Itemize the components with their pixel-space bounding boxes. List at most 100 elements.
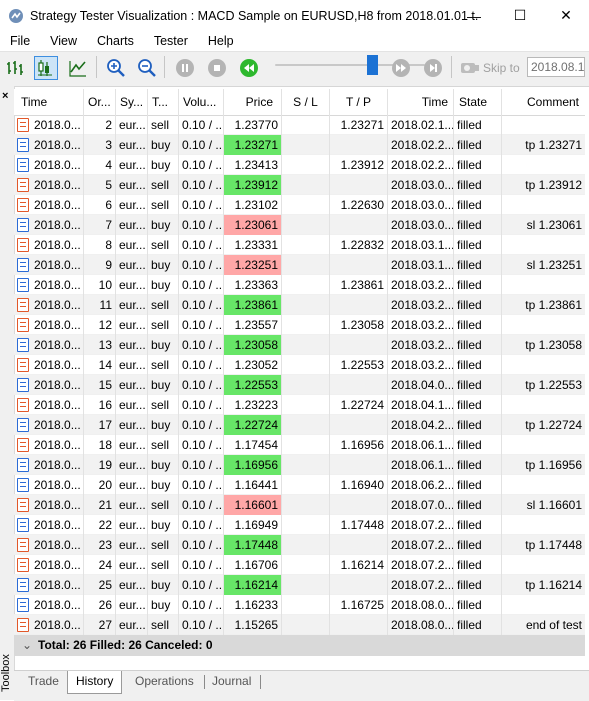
cell-type: sell [148,175,179,195]
zoom-out-button[interactable] [135,56,159,80]
table-row[interactable]: 2018.0... 7 eur... buy 0.10 / ... 1.23061 2018… [14,215,585,235]
col-state[interactable]: State [454,89,502,115]
col-symbol[interactable]: Sy... [116,89,148,115]
close-button[interactable]: ✕ [543,0,589,31]
col-volume[interactable]: Volu... [179,89,224,115]
cell-sl [282,115,330,135]
table-row[interactable]: 2018.0... 17 eur... buy 0.10 / ... 1.22724 201… [14,415,585,435]
table-row[interactable]: 2018.0... 20 eur... buy 0.10 / ... 1.16441 1.1… [14,475,585,495]
menu-view[interactable]: View [40,31,87,51]
menu-tester[interactable]: Tester [144,31,198,51]
table-row[interactable]: 2018.0... 27 eur... sell 0.10 / ... 1.15265 20… [14,615,585,635]
col-price[interactable]: Price [224,89,282,115]
minimize-button[interactable]: — [451,0,497,31]
table-row[interactable]: 2018.0... 8 eur... sell 0.10 / ... 1.23331 1.2… [14,235,585,255]
cell-time: 2018.0... [14,155,84,175]
zoom-in-button[interactable] [104,56,128,80]
table-row[interactable]: 2018.0... 26 eur... buy 0.10 / ... 1.16233 1.1… [14,595,585,615]
cell-symbol: eur... [116,395,148,415]
table-row[interactable]: 2018.0... 6 eur... sell 0.10 / ... 1.23102 1.2… [14,195,585,215]
tab-journal[interactable]: Journal [212,674,251,688]
col-tp[interactable]: T / P [330,89,388,115]
menu-bar: File View Charts Tester Help [0,31,589,51]
cell-time-text: 2018.0... [34,418,81,432]
cell-sl [282,395,330,415]
table-row[interactable]: 2018.0... 3 eur... buy 0.10 / ... 1.23271 2018… [14,135,585,155]
col-order[interactable]: Or... [84,89,116,115]
cell-time: 2018.0... [14,335,84,355]
cell-type: sell [148,435,179,455]
tab-history[interactable]: History [67,671,123,694]
chevron-down-icon[interactable]: ⌄ [20,635,34,656]
table-row[interactable]: 2018.0... 14 eur... sell 0.10 / ... 1.23052 1.… [14,355,585,375]
table-row[interactable]: 2018.0... 22 eur... buy 0.10 / ... 1.16949 1.1… [14,515,585,535]
table-row[interactable]: 2018.0... 12 eur... sell 0.10 / ... 1.23557 1.… [14,315,585,335]
skip-to-icon[interactable] [458,56,482,80]
cell-time-done: 2018.02.2... [388,135,454,155]
table-row[interactable]: 2018.0... 4 eur... buy 0.10 / ... 1.23413 1.23… [14,155,585,175]
cell-sl [282,255,330,275]
table-row[interactable]: 2018.0... 13 eur... buy 0.10 / ... 1.23058 201… [14,335,585,355]
menu-file[interactable]: File [0,31,40,51]
speed-slider-thumb[interactable] [367,55,378,75]
col-sl[interactable]: S / L [282,89,330,115]
tab-trade[interactable]: Trade [28,674,59,688]
maximize-button[interactable]: ☐ [497,0,543,31]
cell-time-done: 2018.03.1... [388,235,454,255]
cell-volume: 0.10 / ... [179,275,224,295]
step-forward-button[interactable] [421,56,445,80]
cell-sl [282,575,330,595]
cell-time: 2018.0... [14,215,84,235]
tab-operations[interactable]: Operations [135,674,194,688]
line-chart-button[interactable] [66,56,90,80]
bar-chart-button[interactable] [3,56,27,80]
table-row[interactable]: 2018.0... 21 eur... sell 0.10 / ... 1.16601 20… [14,495,585,515]
cell-state: filled [454,235,502,255]
cell-time: 2018.0... [14,535,84,555]
table-row[interactable]: 2018.0... 24 eur... sell 0.10 / ... 1.16706 1.… [14,555,585,575]
table-row[interactable]: 2018.0... 16 eur... sell 0.10 / ... 1.23223 1.… [14,395,585,415]
table-row[interactable]: 2018.0... 15 eur... buy 0.10 / ... 1.22553 201… [14,375,585,395]
cell-volume: 0.10 / ... [179,555,224,575]
cell-volume: 0.10 / ... [179,535,224,555]
table-row[interactable]: 2018.0... 5 eur... sell 0.10 / ... 1.23912 201… [14,175,585,195]
table-row[interactable]: 2018.0... 11 eur... sell 0.10 / ... 1.23861 20… [14,295,585,315]
col-time-done[interactable]: Time [388,89,454,115]
close-toolbox-button[interactable]: × [2,90,8,102]
cell-symbol: eur... [116,235,148,255]
cell-type: sell [148,495,179,515]
pause-button[interactable] [173,56,197,80]
cell-price: 1.23413 [224,155,282,175]
menu-help[interactable]: Help [198,31,244,51]
cell-symbol: eur... [116,615,148,635]
fast-forward-icon [392,59,410,77]
cell-time-text: 2018.0... [34,478,81,492]
skip-to-date-input[interactable]: 2018.08.10 [527,57,585,77]
cell-price: 1.22553 [224,375,282,395]
candlestick-button[interactable] [34,56,58,80]
cell-time-text: 2018.0... [34,378,81,392]
cell-state: filled [454,335,502,355]
stop-button[interactable] [205,56,229,80]
table-row[interactable]: 2018.0... 10 eur... buy 0.10 / ... 1.23363 1.2… [14,275,585,295]
sell-order-icon [17,118,29,132]
table-row[interactable]: 2018.0... 18 eur... sell 0.10 / ... 1.17454 1.… [14,435,585,455]
cell-comment: sl 1.23061 [526,218,582,232]
table-row[interactable]: 2018.0... 19 eur... buy 0.10 / ... 1.16956 201… [14,455,585,475]
col-time[interactable]: Time [14,89,84,115]
col-type[interactable]: T... [148,89,179,115]
table-row[interactable]: 2018.0... 2 eur... sell 0.10 / ... 1.23770 1.2… [14,115,585,135]
menu-charts[interactable]: Charts [87,31,144,51]
cell-comment [502,355,585,375]
cell-state: filled [454,455,502,475]
table-row[interactable]: 2018.0... 23 eur... sell 0.10 / ... 1.17448 20… [14,535,585,555]
faster-button[interactable] [389,56,413,80]
table-row[interactable]: 2018.0... 25 eur... buy 0.10 / ... 1.16214 201… [14,575,585,595]
cell-time-text: 2018.0... [34,558,81,572]
slower-button[interactable] [237,56,261,80]
sell-order-icon [17,238,29,252]
col-comment[interactable]: Comment [502,89,585,115]
cell-sl [282,355,330,375]
cell-tp [330,575,388,595]
table-row[interactable]: 2018.0... 9 eur... buy 0.10 / ... 1.23251 2018… [14,255,585,275]
